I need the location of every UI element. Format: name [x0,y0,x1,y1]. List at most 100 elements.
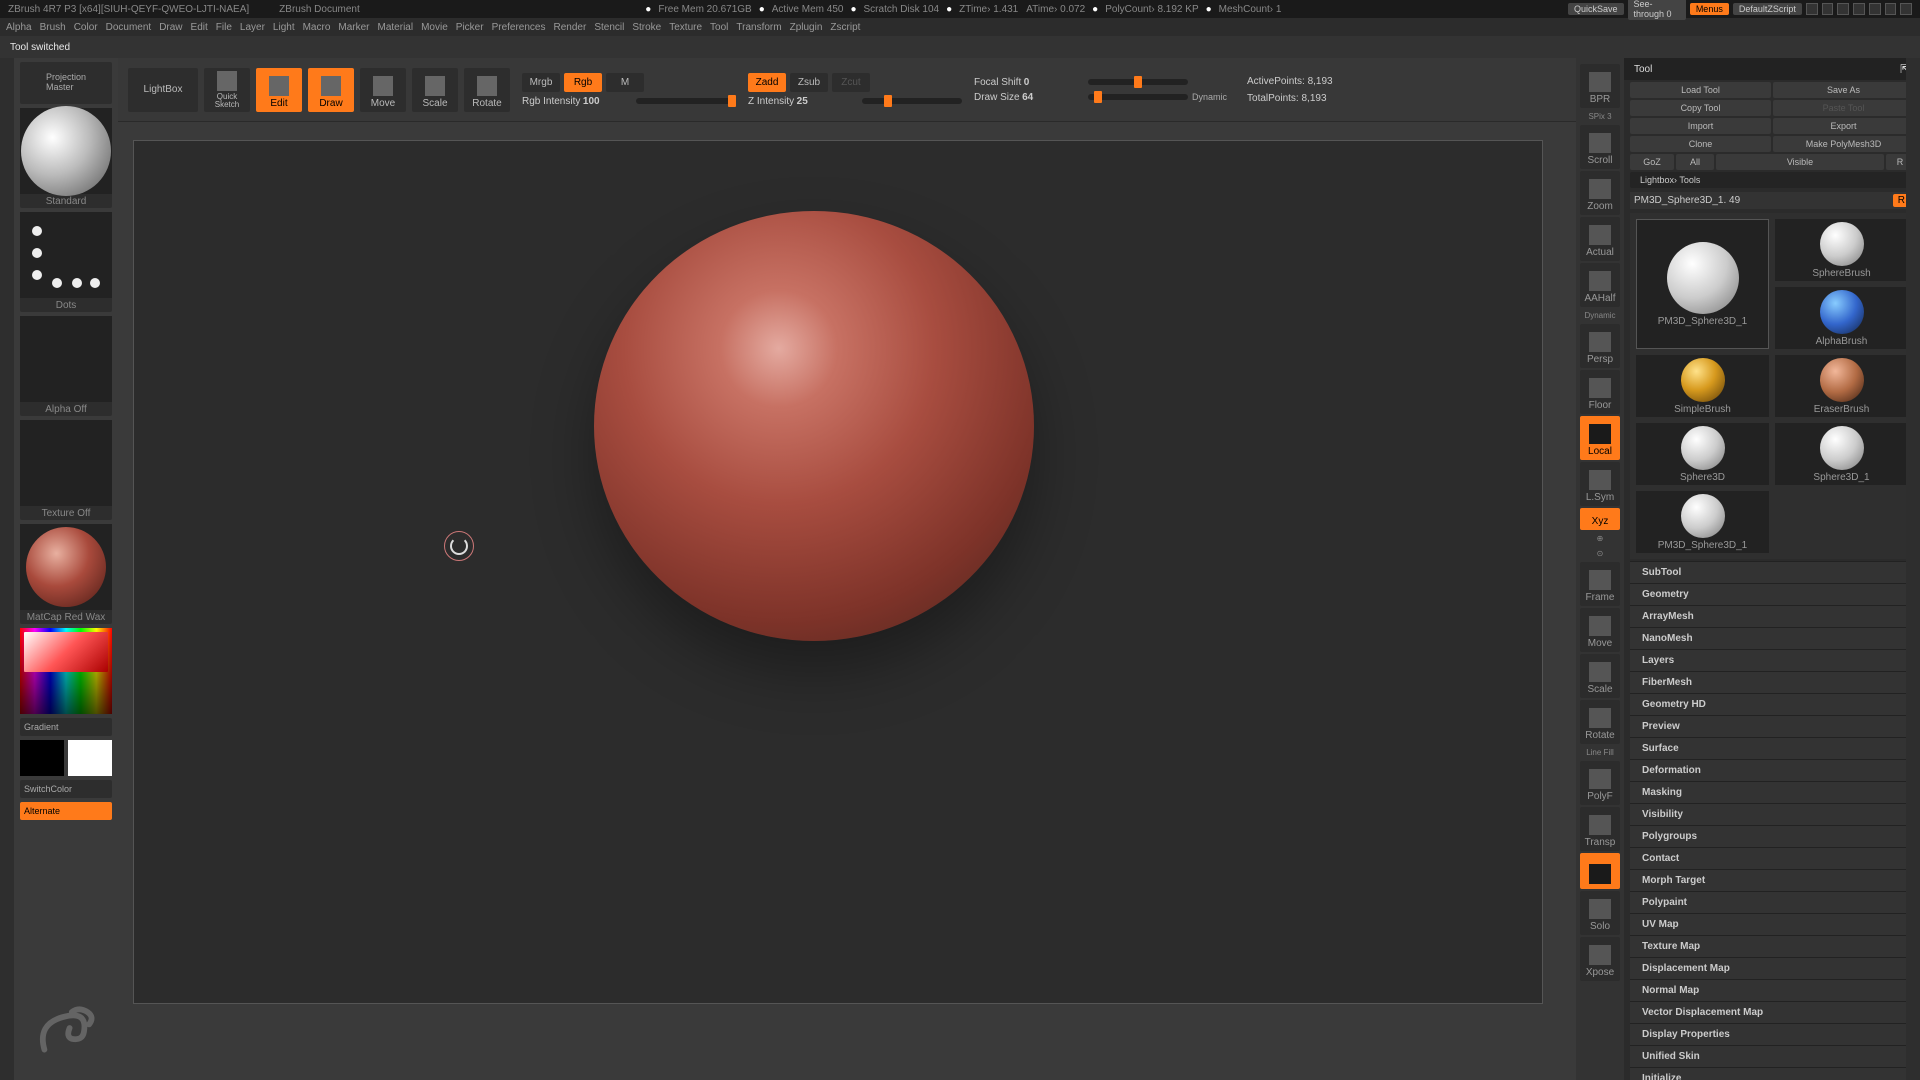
scale-mode-button[interactable]: Scale [412,68,458,112]
edit-mode-button[interactable]: Edit [256,68,302,112]
orient-icon[interactable]: ⊕ [1597,534,1604,543]
load-tool-button[interactable]: Load Tool [1630,82,1771,98]
spix-label[interactable]: SPix 3 [1588,112,1611,121]
menu-transform[interactable]: Transform [736,22,781,33]
gallery-item[interactable]: SimpleBrush [1636,355,1769,417]
secondary-color-swatch[interactable] [20,740,64,776]
menu-movie[interactable]: Movie [421,22,448,33]
zoom-button[interactable]: Zoom [1580,171,1620,215]
accordion-morph-target[interactable]: Morph Target [1630,869,1914,891]
menu-marker[interactable]: Marker [338,22,369,33]
accordion-layers[interactable]: Layers [1630,649,1914,671]
tool-r-button[interactable]: R [1893,194,1910,207]
copy-tool-button[interactable]: Copy Tool [1630,100,1771,116]
solo-button[interactable]: Solo [1580,891,1620,935]
rotate-mode-button[interactable]: Rotate [464,68,510,112]
menu-macro[interactable]: Macro [303,22,331,33]
gallery-item[interactable]: PM3D_Sphere3D_1 [1636,491,1769,553]
m-button[interactable]: M [606,73,644,92]
menu-document[interactable]: Document [106,22,152,33]
menu-zplugin[interactable]: Zplugin [790,22,823,33]
gallery-item[interactable]: Sphere3D_1 [1775,423,1908,485]
accordion-fibermesh[interactable]: FiberMesh [1630,671,1914,693]
draw-size-slider[interactable] [1088,94,1188,100]
alpha-slot[interactable]: Alpha Off [20,316,112,416]
material-slot[interactable]: MatCap Red Wax [20,524,112,624]
menu-color[interactable]: Color [74,22,98,33]
accordion-texture-map[interactable]: Texture Map [1630,935,1914,957]
gradient-button[interactable]: Gradient [20,718,112,736]
accordion-normal-map[interactable]: Normal Map [1630,979,1914,1001]
primary-color-swatch[interactable] [68,740,112,776]
menus-button[interactable]: Menus [1690,3,1729,15]
mrgb-button[interactable]: Mrgb [522,73,560,92]
color-picker[interactable] [20,628,112,714]
accordion-vector-displacement-map[interactable]: Vector Displacement Map [1630,1001,1914,1023]
export-button[interactable]: Export [1773,118,1914,134]
menu-brush[interactable]: Brush [40,22,66,33]
scroll-button[interactable]: Scroll [1580,125,1620,169]
menu-stroke[interactable]: Stroke [632,22,661,33]
gallery-item[interactable]: Sphere3D [1636,423,1769,485]
linefill-label[interactable]: Line Fill [1586,748,1614,757]
current-tool-row[interactable]: PM3D_Sphere3D_1. 49 R [1630,192,1914,209]
menu-light[interactable]: Light [273,22,295,33]
accordion-surface[interactable]: Surface [1630,737,1914,759]
rotate-nav-button[interactable]: Rotate [1580,700,1620,744]
xyz-button[interactable]: Xyz [1580,508,1620,530]
ghost-button[interactable] [1580,853,1620,889]
menu-zscript[interactable]: Zscript [830,22,860,33]
accordion-contact[interactable]: Contact [1630,847,1914,869]
rgb-intensity-slider[interactable] [636,98,736,104]
frame-button[interactable]: Frame [1580,562,1620,606]
accordion-displacement-map[interactable]: Displacement Map [1630,957,1914,979]
accordion-deformation[interactable]: Deformation [1630,759,1914,781]
gallery-item[interactable]: AlphaBrush [1775,287,1908,349]
win-icon-2[interactable] [1822,3,1834,15]
goz-r-button[interactable]: R [1886,154,1914,170]
menu-stencil[interactable]: Stencil [594,22,624,33]
polyf-button[interactable]: PolyF [1580,761,1620,805]
menu-render[interactable]: Render [554,22,587,33]
viewport-canvas[interactable] [133,140,1543,1004]
orient2-icon[interactable]: ⊙ [1597,549,1604,558]
alternate-button[interactable]: Alternate [20,802,112,820]
accordion-initialize[interactable]: Initialize [1630,1067,1914,1080]
goz-button[interactable]: GoZ [1630,154,1674,170]
menu-layer[interactable]: Layer [240,22,265,33]
move-mode-button[interactable]: Move [360,68,406,112]
menu-texture[interactable]: Texture [669,22,702,33]
goz-all-button[interactable]: All [1676,154,1714,170]
accordion-nanomesh[interactable]: NanoMesh [1630,627,1914,649]
texture-slot[interactable]: Texture Off [20,420,112,520]
menu-tool[interactable]: Tool [710,22,728,33]
zsub-button[interactable]: Zsub [790,73,828,92]
quicksave-button[interactable]: QuickSave [1568,3,1624,15]
dynamic-label[interactable]: Dynamic [1192,92,1227,102]
transp-button[interactable]: Transp [1580,807,1620,851]
lightbox-tools-section[interactable]: Lightbox› Tools [1630,172,1914,188]
tool-panel-header[interactable]: Tool ⇱ [1624,58,1920,80]
z-intensity-slider[interactable] [862,98,962,104]
lightbox-button[interactable]: LightBox [128,68,198,112]
accordion-geometry-hd[interactable]: Geometry HD [1630,693,1914,715]
goz-visible-button[interactable]: Visible [1716,154,1884,170]
close-icon[interactable] [1900,3,1912,15]
maximize-icon[interactable] [1885,3,1897,15]
local-button[interactable]: Local [1580,416,1620,460]
accordion-polypaint[interactable]: Polypaint [1630,891,1914,913]
import-button[interactable]: Import [1630,118,1771,134]
xpose-button[interactable]: Xpose [1580,937,1620,981]
projection-master-button[interactable]: Projection Master [20,62,112,104]
accordion-geometry[interactable]: Geometry [1630,583,1914,605]
actual-button[interactable]: Actual [1580,217,1620,261]
accordion-uv-map[interactable]: UV Map [1630,913,1914,935]
gallery-item[interactable]: EraserBrush [1775,355,1908,417]
dynamic-strip-label[interactable]: Dynamic [1584,311,1615,320]
switchcolor-button[interactable]: SwitchColor [20,780,112,798]
scale-nav-button[interactable]: Scale [1580,654,1620,698]
accordion-masking[interactable]: Masking [1630,781,1914,803]
save-as-button[interactable]: Save As [1773,82,1914,98]
accordion-unified-skin[interactable]: Unified Skin [1630,1045,1914,1067]
win-icon-4[interactable] [1853,3,1865,15]
